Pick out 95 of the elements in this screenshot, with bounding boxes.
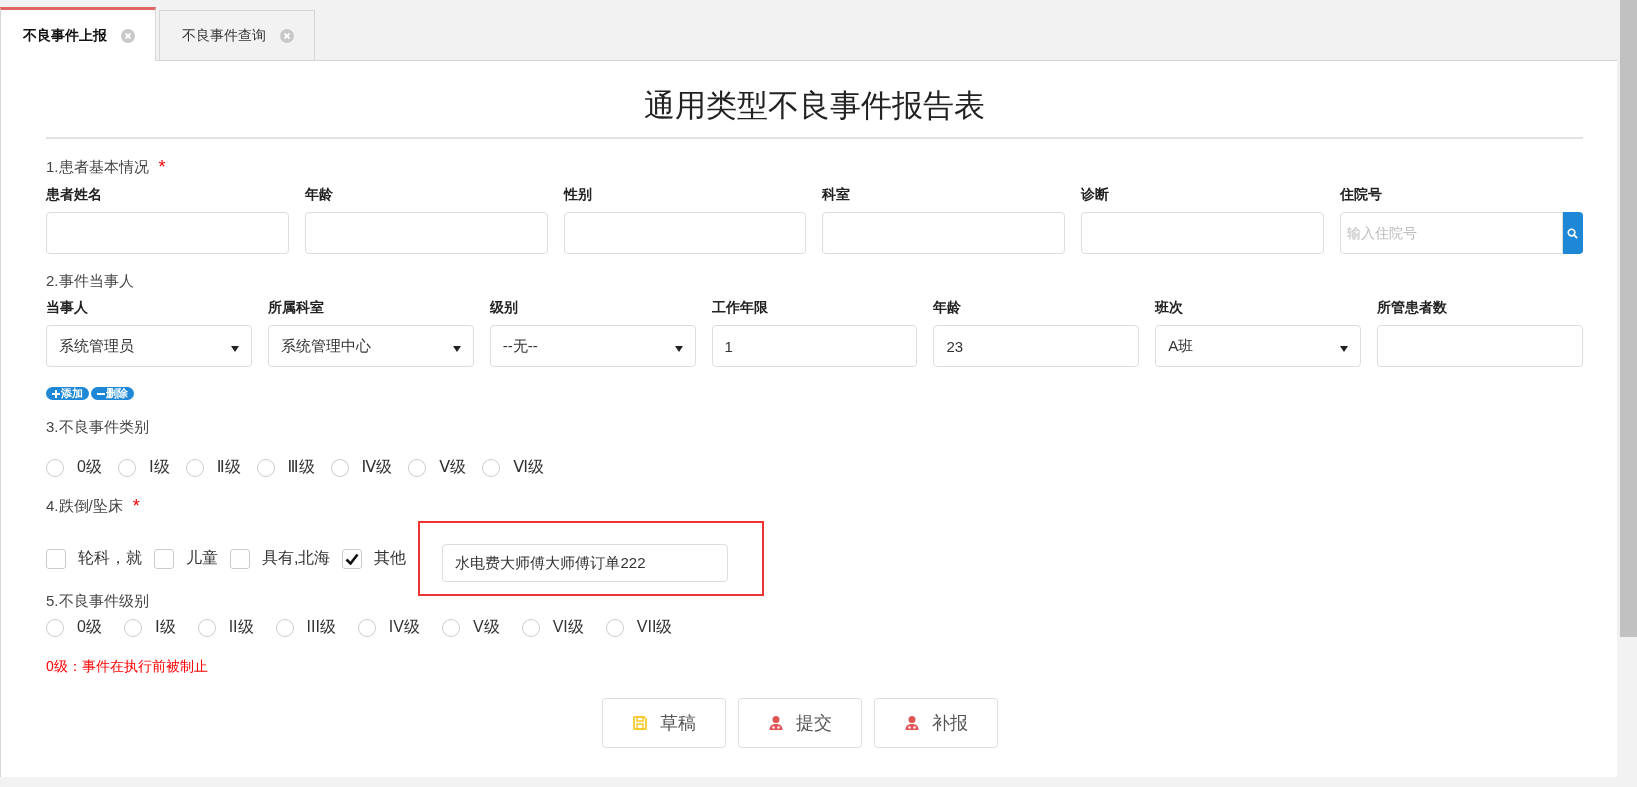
checkbox[interactable] [230,548,250,569]
radio-button[interactable] [521,618,540,637]
checkbox-option[interactable]: 其他 [342,548,407,569]
radio-option[interactable]: II级 [197,617,254,638]
field-label: 年龄 [304,186,334,204]
delete-button[interactable]: 删除 [91,387,134,400]
radio-button[interactable] [442,618,460,637]
action-button[interactable]: 补报 [873,698,998,748]
search-field[interactable]: 输入住院号 [1340,212,1563,254]
input-field[interactable] [1081,212,1325,254]
checkbox-option[interactable]: 轮科，就 [46,548,142,569]
input-field[interactable] [822,212,1066,254]
field-label: 住院号 [1340,186,1384,204]
required-mark: * [158,157,166,178]
caret-icon [674,345,683,352]
input-field[interactable] [1377,325,1583,367]
radio-option[interactable]: 0级 [46,617,102,638]
checkbox[interactable] [342,548,363,569]
person-icon [767,715,784,731]
tab[interactable]: 不良事件上报 [0,7,156,61]
radio-button[interactable] [357,618,376,637]
radio-option[interactable]: V级 [442,617,500,638]
field-label: 当事人 [46,299,89,317]
checkmark-icon [345,552,360,565]
radio-button[interactable] [123,618,142,637]
radio-option[interactable]: IV级 [357,617,420,638]
save-icon [631,715,648,731]
field-label: 所管患者数 [1377,299,1449,317]
radio-option[interactable]: Ⅳ级 [330,457,393,478]
action-button[interactable]: 草稿 [601,698,726,748]
section-heading: 5.不良事件级别 [46,592,149,611]
dropdown[interactable]: 系统管理员 [46,325,252,367]
input-field[interactable] [46,212,289,254]
radio-option[interactable]: Ⅰ级 [123,617,176,638]
caret-icon [230,345,239,352]
field-label: 工作年限 [711,299,769,317]
checkbox-option[interactable]: 儿童 [154,548,218,569]
radio-button[interactable] [605,618,624,637]
field-label: 性别 [563,186,593,204]
checkbox[interactable] [46,548,66,569]
radio-button[interactable] [256,458,275,477]
radio-button[interactable] [197,618,216,637]
field-label: 科室 [822,186,852,204]
radio-button[interactable] [275,618,294,637]
checkbox[interactable] [154,548,174,569]
close-icon [121,28,135,43]
search-icon [1567,227,1579,239]
field-label: 级别 [489,299,519,317]
other-input-field[interactable]: 水电费大师傅大师傅订单222 [442,544,729,582]
caret-icon [452,345,461,352]
input-field[interactable]: 1 [711,325,918,367]
dropdown[interactable]: 系统管理中心 [267,325,474,367]
radio-option[interactable]: III级 [275,617,336,638]
section-heading: 2.事件当事人 [46,272,134,291]
tab[interactable]: 不良事件查询 [159,10,315,60]
radio-option[interactable]: Ⅱ级 [185,457,241,478]
search-button[interactable] [1562,212,1583,254]
radio-button[interactable] [482,458,501,477]
field-label: 所属科室 [267,299,325,317]
radio-button[interactable] [46,458,64,477]
radio-option[interactable]: VI级 [521,617,584,638]
dropdown[interactable]: --无-- [489,325,696,367]
form-title: 通用类型不良事件报告表 [643,87,986,125]
required-mark: * [132,496,140,517]
radio-option[interactable]: Ⅵ级 [482,457,544,478]
scrollbar[interactable] [1617,0,1637,637]
radio-option[interactable]: Ⅰ级 [117,457,170,478]
checkbox-option[interactable]: 具有,北海 [230,548,331,569]
field-label: 年龄 [933,299,963,317]
close-icon [280,28,294,43]
radio-button[interactable] [46,618,64,637]
radio-option[interactable]: 0级 [46,457,102,478]
radio-button[interactable] [185,458,204,477]
field-label: 诊断 [1081,186,1111,204]
input-field[interactable]: 23 [933,325,1140,367]
action-button[interactable]: 提交 [737,698,862,748]
input-field[interactable] [304,212,548,254]
dropdown[interactable]: A班 [1155,325,1362,367]
radio-option[interactable]: VII级 [605,617,673,638]
section-heading: 4.跌倒/坠床 [46,497,123,516]
person-icon [903,715,920,731]
section-heading: 1.患者基本情况 [46,158,149,177]
radio-option[interactable]: Ⅲ级 [256,457,315,478]
radio-button[interactable] [117,458,136,477]
add-button[interactable]: 添加 [46,387,89,400]
plus-icon [52,389,60,398]
radio-button[interactable] [330,458,349,477]
section-heading: 3.不良事件类别 [46,418,149,437]
note-text: 0级：事件在执行前被制止 [46,658,209,676]
input-field[interactable] [563,212,807,254]
field-label: 班次 [1155,299,1185,317]
field-label: 患者姓名 [46,186,103,204]
caret-icon [1340,345,1349,352]
radio-option[interactable]: Ⅴ级 [408,457,467,478]
radio-button[interactable] [408,458,427,477]
